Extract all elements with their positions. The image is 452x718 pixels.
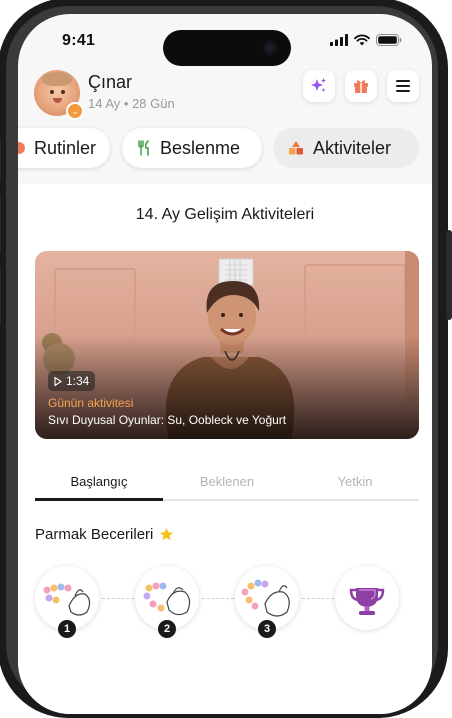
power-button [446, 230, 452, 320]
child-age: 14 Ay • 28 Gün [88, 96, 175, 111]
fork-knife-icon [138, 140, 149, 156]
skill-step-trophy[interactable] [335, 566, 399, 630]
routine-icon [18, 142, 25, 154]
camera-icon [263, 41, 277, 55]
volume-button [0, 268, 1, 326]
level-tabs: Başlangıç Beklenen Yetkin [35, 466, 419, 501]
step-number: 3 [258, 620, 276, 638]
avatar-eye [61, 90, 65, 94]
status-time: 9:41 [62, 32, 96, 49]
step-connector [302, 598, 334, 599]
profile-header: ⌄ Çınar 14 Ay • 28 Gün [18, 66, 432, 122]
video-label: Günün aktivitesi [48, 396, 134, 410]
video-duration: 1:34 [48, 371, 96, 391]
status-bar: 9:41 [18, 14, 432, 70]
step-number: 1 [58, 620, 76, 638]
section-title: 14. Ay Gelişim Aktiviteleri [135, 206, 315, 223]
video-card[interactable]: 1:34 Günün aktivitesi Sıvı Duyusal Oyunl… [35, 251, 419, 439]
video-thumbnail [35, 251, 419, 439]
tab-aktiviteler[interactable]: Aktiviteler [273, 128, 419, 168]
dynamic-island [163, 30, 291, 66]
level-tab-beklenen[interactable]: Beklenen [163, 474, 291, 489]
avatar-eye [50, 90, 54, 94]
video-title: Sıvı Duyusal Oyunlar: Su, Oobleck ve Yoğ… [48, 413, 287, 427]
tab-rutinler[interactable]: Rutinler [18, 128, 110, 168]
tab-label: Rutinler [33, 137, 96, 158]
app-screen: 9:41 ⌄ Çınar 14 Ay • 28 Gün Rutinler Bes… [18, 14, 432, 714]
skill-title: Parmak Becerileri [35, 526, 154, 543]
skill-steps: 1 2 3 [18, 566, 432, 646]
child-name[interactable]: Çınar [88, 72, 132, 93]
menu-button[interactable] [387, 70, 419, 102]
tab-beslenme[interactable]: Beslenme [122, 128, 262, 168]
battery-icon [376, 34, 402, 46]
sparkle-icon [311, 78, 326, 92]
shapes-icon [289, 141, 303, 155]
signal-icon [330, 34, 348, 46]
ai-assistant-button[interactable] [303, 70, 335, 102]
trophy-icon [349, 588, 385, 615]
step-number: 2 [158, 620, 176, 638]
step-connector [202, 598, 234, 599]
duration-text: 1:34 [66, 374, 90, 388]
menu-icon [396, 80, 410, 92]
tab-label: Aktiviteler [313, 137, 392, 158]
phone-mockup: 9:41 ⌄ Çınar 14 Ay • 28 Gün Rutinler Bes… [0, 0, 452, 718]
tab-label: Beslenme [160, 137, 241, 158]
chevron-down-icon[interactable]: ⌄ [66, 102, 84, 120]
step-connector [102, 598, 134, 599]
volume-button [0, 140, 1, 180]
avatar-hair [42, 72, 72, 86]
category-tabs: Rutinler Beslenme Aktiviteler [18, 128, 432, 172]
gift-icon [354, 80, 368, 93]
gift-button[interactable] [345, 70, 377, 102]
activities-panel: 14. Ay Gelişim Aktiviteleri 1:34 Günün a… [18, 184, 432, 714]
level-tab-baslangic[interactable]: Başlangıç [35, 474, 163, 489]
volume-button [0, 196, 1, 254]
level-tab-indicator [35, 498, 163, 501]
play-icon [54, 376, 62, 386]
skill-heading: Parmak Becerileri [35, 526, 174, 543]
avatar-mouth [53, 98, 62, 103]
status-icons [330, 34, 402, 46]
star-icon [160, 528, 174, 541]
wifi-icon [354, 34, 370, 46]
level-tab-yetkin[interactable]: Yetkin [291, 474, 419, 489]
